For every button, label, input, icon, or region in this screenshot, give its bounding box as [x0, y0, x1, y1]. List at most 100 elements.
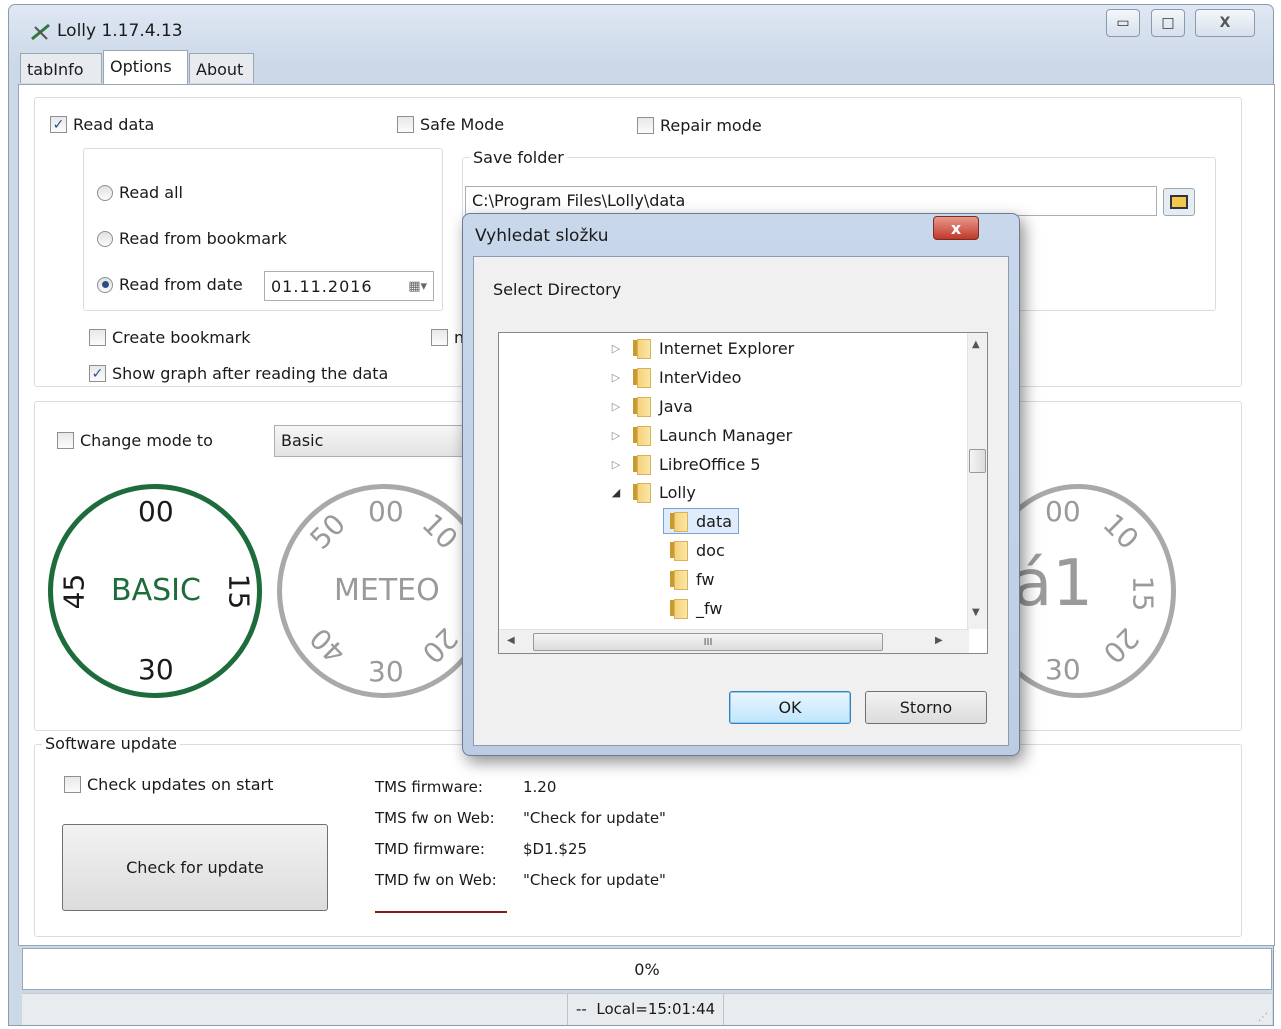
tree-item-lolly[interactable]: ◢ Lolly [609, 479, 696, 505]
tree-item-label: Internet Explorer [659, 338, 795, 358]
browse-folder-dialog: Vyhledat složku x Select Directory ▷ Inte… [462, 213, 1020, 756]
tree-item-label: Java [659, 396, 693, 416]
vertical-scroll-thumb[interactable] [969, 449, 986, 473]
checkbox-icon [89, 329, 106, 346]
read-from-bookmark-radio[interactable]: Read from bookmark [97, 229, 287, 248]
read-from-date-radio[interactable]: Read from date [97, 275, 243, 294]
radio-icon [97, 276, 113, 293]
repair-mode-checkbox[interactable]: Repair mode [637, 116, 762, 135]
expand-arrow-icon[interactable]: ▷ [609, 458, 623, 471]
folder-tree[interactable]: ▷ Internet Explorer ▷ InterVideo ▷ Java ▷ La… [498, 332, 988, 654]
minimize-button[interactable]: ▭ [1106, 9, 1140, 37]
scroll-down-icon[interactable]: ▼ [972, 607, 980, 618]
check-for-update-button[interactable]: Check for update [62, 824, 328, 911]
maximize-button[interactable]: □ [1151, 9, 1185, 37]
tms-firmware-value: 1.20 [523, 778, 557, 796]
tms-firmware-key: TMS firmware: [375, 778, 483, 796]
dial-basic-bottom: 30 [138, 653, 174, 686]
create-bookmark-checkbox[interactable]: Create bookmark [89, 328, 250, 347]
maximize-icon: □ [1161, 15, 1175, 31]
folder-icon [631, 454, 651, 475]
tree-item-internet-explorer[interactable]: ▷ Internet Explorer [609, 335, 794, 361]
expand-arrow-icon[interactable]: ▷ [609, 371, 623, 384]
browse-folder-button[interactable] [1163, 188, 1195, 216]
dial-right-top: 00 [1045, 495, 1081, 528]
dial-meteo-bottom-right: 20 [415, 621, 465, 670]
date-picker[interactable]: 01.11.2016 ▦▾ [264, 271, 434, 301]
tree-item-label: Launch Manager [659, 425, 793, 445]
checkbox-icon [397, 116, 414, 133]
save-folder-input[interactable]: C:\Program Files\Lolly\data [465, 186, 1157, 216]
tree-item-underscore-fw[interactable]: _fw [668, 595, 722, 621]
tree-item-label: InterVideo [659, 367, 742, 387]
expand-arrow-icon[interactable]: ▷ [609, 429, 623, 442]
check-updates-on-start-checkbox[interactable]: Check updates on start [64, 775, 273, 794]
tree-item-label: Lolly [659, 482, 696, 502]
dial-meteo-top-left: 50 [303, 507, 353, 556]
tree-item-label: doc [696, 540, 725, 560]
tab-options[interactable]: Options [103, 50, 188, 84]
mode-select[interactable]: Basic [274, 425, 474, 457]
show-graph-checkbox[interactable]: ✓ Show graph after reading the data [89, 364, 388, 383]
show-graph-label: Show graph after reading the data [112, 364, 389, 383]
read-from-date-label: Read from date [119, 275, 243, 294]
calendar-dropdown-icon[interactable]: ▦▾ [408, 279, 427, 294]
tms-web-key: TMS fw on Web: [375, 809, 495, 827]
vertical-scrollbar[interactable]: ▲ ▼ [967, 333, 987, 629]
horizontal-scroll-thumb[interactable]: III [533, 633, 883, 651]
check-updates-on-start-label: Check updates on start [87, 775, 274, 794]
dial-meteo-top: 00 [368, 495, 404, 528]
progress-bar: 0% [22, 948, 1272, 990]
dialog-close-button[interactable]: x [933, 216, 979, 240]
meteo-mode-dial[interactable]: 00 10 50 30 40 20 METEO [277, 484, 491, 698]
tmd-firmware-value: $D1.$25 [523, 840, 588, 858]
grip-icon: III [703, 636, 713, 648]
dial-basic-right: 15 [222, 573, 256, 610]
close-button[interactable]: X [1195, 9, 1255, 37]
tms-web-value: "Check for update" [523, 809, 666, 827]
tree-item-libreoffice[interactable]: ▷ LibreOffice 5 [609, 451, 761, 477]
dial-right-top-right: 10 [1096, 507, 1146, 556]
folder-icon [631, 367, 651, 388]
dialog-prompt: Select Directory [493, 280, 622, 299]
tab-tabinfo[interactable]: tabInfo [20, 53, 102, 83]
app-icon [31, 23, 50, 41]
status-bar: -- Local=15:01:44 ⋰ [22, 993, 1272, 1025]
folder-icon [668, 540, 688, 561]
safe-mode-checkbox[interactable]: Safe Mode [397, 115, 504, 134]
title-bar[interactable]: Lolly 1.17.4.13 ▭ □ X [9, 5, 1273, 55]
dial-right-bottom: 30 [1045, 653, 1081, 686]
change-mode-label: Change mode to [80, 431, 213, 450]
basic-mode-dial[interactable]: 00 15 30 45 BASIC [48, 484, 262, 698]
close-icon: x [950, 218, 962, 238]
hidden-checkbox[interactable]: n [431, 328, 464, 347]
scroll-left-icon[interactable]: ◀ [507, 635, 515, 646]
tab-about[interactable]: About [189, 53, 254, 83]
scroll-up-icon[interactable]: ▲ [972, 339, 980, 350]
read-all-radio[interactable]: Read all [97, 183, 183, 202]
dialog-ok-button[interactable]: OK [729, 691, 851, 724]
change-mode-checkbox[interactable]: Change mode to [57, 431, 213, 450]
dialog-cancel-button[interactable]: Storno [865, 691, 987, 724]
expand-arrow-icon[interactable]: ▷ [609, 342, 623, 355]
expand-arrow-icon[interactable]: ▷ [609, 400, 623, 413]
save-folder-label: Save folder [470, 148, 567, 167]
dial-basic-top: 00 [138, 495, 174, 528]
progress-text: 0% [634, 959, 660, 979]
checkbox-icon: ✓ [89, 365, 106, 382]
scroll-right-icon[interactable]: ▶ [935, 635, 943, 646]
tree-item-data[interactable]: data [663, 508, 740, 534]
tree-item-java[interactable]: ▷ Java [609, 393, 693, 419]
read-data-checkbox[interactable]: ✓ Read data [50, 115, 154, 134]
dial-meteo-bottom: 30 [368, 655, 404, 688]
tree-item-fw[interactable]: fw [668, 566, 714, 592]
software-update-title: Software update [42, 734, 180, 753]
horizontal-scrollbar[interactable]: ◀ III ▶ [499, 629, 969, 653]
tree-item-launch-manager[interactable]: ▷ Launch Manager [609, 422, 792, 448]
tree-item-doc[interactable]: doc [668, 537, 725, 563]
resize-grip-icon[interactable]: ⋰ [1258, 1012, 1268, 1023]
folder-icon [631, 338, 651, 359]
dial-right-center: á1 [1013, 547, 1093, 621]
collapse-arrow-icon[interactable]: ◢ [609, 486, 623, 499]
tree-item-intervideo[interactable]: ▷ InterVideo [609, 364, 741, 390]
